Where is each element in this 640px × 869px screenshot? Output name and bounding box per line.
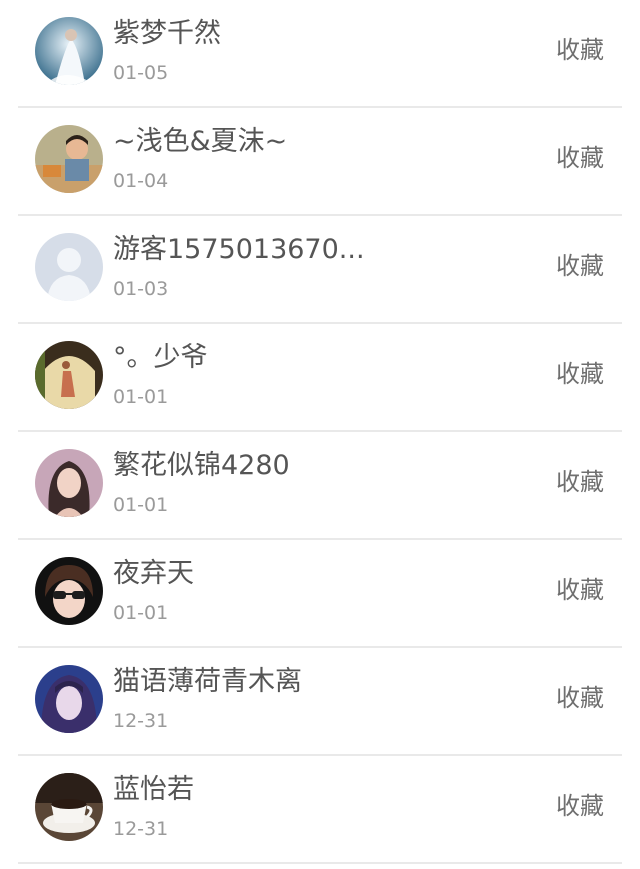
date-label: 01-01: [113, 602, 169, 624]
date-label: 12-31: [113, 710, 169, 732]
list-item[interactable]: 猫语薄荷青木离 12-31 收藏: [0, 648, 640, 756]
favorite-button[interactable]: 收藏: [556, 34, 604, 66]
divider: [18, 862, 622, 864]
avatar[interactable]: [35, 17, 103, 85]
favorite-button[interactable]: 收藏: [556, 682, 604, 714]
user-name: 游客1575013670...: [113, 234, 365, 265]
user-photo-icon: [35, 557, 103, 625]
date-label: 12-31: [113, 818, 169, 840]
avatar[interactable]: [35, 665, 103, 733]
list-item[interactable]: 夜弃天 01-01 收藏: [0, 540, 640, 648]
user-name: 蓝怡若: [113, 774, 194, 805]
user-photo-icon: [35, 449, 103, 517]
favorite-button[interactable]: 收藏: [556, 790, 604, 822]
user-name: 夜弃天: [113, 558, 194, 589]
date-label: 01-03: [113, 278, 169, 300]
avatar[interactable]: [35, 233, 103, 301]
list-item[interactable]: 蓝怡若 12-31 收藏: [0, 756, 640, 864]
user-name: 紫梦千然: [113, 18, 221, 49]
user-name: 繁花似锦4280: [113, 450, 290, 481]
date-label: 01-01: [113, 386, 169, 408]
favorite-button[interactable]: 收藏: [556, 358, 604, 390]
favorite-button[interactable]: 收藏: [556, 142, 604, 174]
user-list: 紫梦千然 01-05 收藏 ~浅色&夏沫~ 01-04 收藏 游客1575013…: [0, 0, 640, 869]
favorite-button[interactable]: 收藏: [556, 466, 604, 498]
user-name: ~浅色&夏沫~: [113, 126, 288, 157]
user-name: °。少爷: [113, 342, 208, 373]
favorite-button[interactable]: 收藏: [556, 250, 604, 282]
date-label: 01-04: [113, 170, 169, 192]
list-item[interactable]: 繁花似锦4280 01-01 收藏: [0, 432, 640, 540]
favorite-button[interactable]: 收藏: [556, 574, 604, 606]
avatar[interactable]: [35, 341, 103, 409]
avatar[interactable]: [35, 125, 103, 193]
avatar[interactable]: [35, 773, 103, 841]
user-photo-icon: [35, 17, 103, 85]
user-name: 猫语薄荷青木离: [113, 666, 302, 697]
date-label: 01-01: [113, 494, 169, 516]
list-item[interactable]: 游客1575013670... 01-03 收藏: [0, 216, 640, 324]
default-user-icon: [35, 233, 103, 301]
user-photo-icon: [35, 341, 103, 409]
list-item[interactable]: 紫梦千然 01-05 收藏: [0, 0, 640, 108]
list-item[interactable]: °。少爷 01-01 收藏: [0, 324, 640, 432]
user-photo-icon: [35, 665, 103, 733]
user-photo-icon: [35, 125, 103, 193]
coffee-cup-icon: [35, 773, 103, 841]
avatar[interactable]: [35, 557, 103, 625]
date-label: 01-05: [113, 62, 169, 84]
list-item[interactable]: ~浅色&夏沫~ 01-04 收藏: [0, 108, 640, 216]
avatar[interactable]: [35, 449, 103, 517]
